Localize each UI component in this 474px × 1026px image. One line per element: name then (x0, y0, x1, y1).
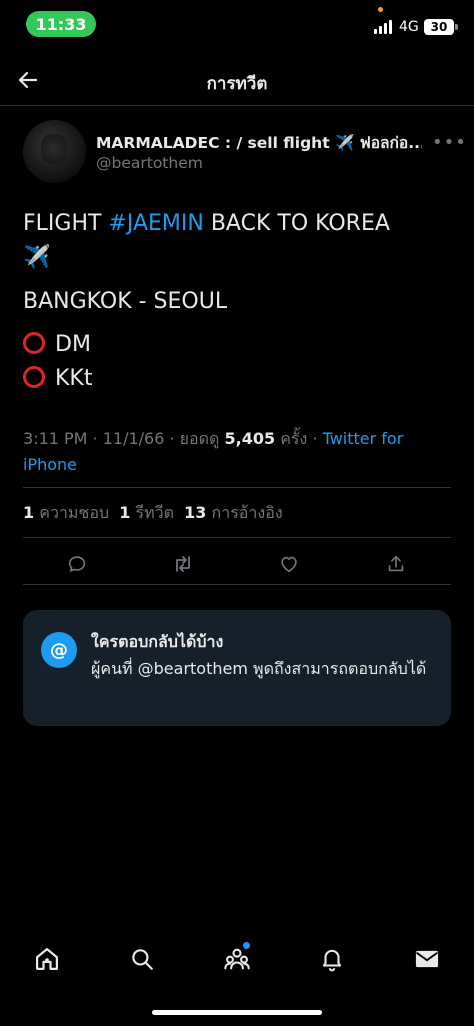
status-time: 11:33 (26, 11, 96, 37)
home-indicator[interactable] (152, 1010, 322, 1015)
author-display-name[interactable]: MARMALADEC : / sell flight ✈️ ฟอลก่อ... (96, 130, 422, 155)
more-options-icon[interactable]: ••• (432, 132, 467, 153)
reply-card-title: ใครตอบกลับได้บ้าง (91, 632, 224, 651)
red-circle-icon (23, 366, 45, 388)
retweets-count[interactable]: 1 (119, 503, 130, 522)
tweet-text-suffix: BACK TO KOREA (203, 211, 390, 236)
engagement-stats: 1 ความชอบ 1 รีทวีต 13 การอ้างอิง (23, 501, 283, 526)
retweets-label[interactable]: รีทวีต (135, 503, 174, 522)
contact-kkt-label: KKt (55, 366, 93, 391)
airplane-emoji: ✈️ (23, 245, 51, 270)
search-icon[interactable] (127, 944, 157, 974)
communities-notification-dot (243, 942, 250, 949)
page-title: การทวีต (206, 74, 268, 94)
home-icon[interactable] (32, 944, 62, 974)
messages-envelope-icon[interactable] (412, 944, 442, 974)
network-label: 4G (399, 19, 419, 35)
quotes-count[interactable]: 13 (184, 503, 206, 522)
tweet-contact-dm: DM (23, 331, 91, 359)
tweet-meta: 3:11 PM · 11/1/66 · ยอดดู 5,405 ครั้ง · … (23, 426, 443, 478)
avatar[interactable] (23, 120, 86, 183)
reply-restriction-card: @ ใครตอบกลับได้บ้าง ผู้คนที่ @beartothem… (23, 610, 451, 726)
hashtag-link[interactable]: #JAEMIN (108, 211, 203, 236)
tweet-timestamp: 3:11 PM · 11/1/66 · ยอดดู (23, 429, 225, 448)
contact-dm-label: DM (55, 332, 91, 357)
tweet-route: BANGKOK - SEOUL (23, 289, 228, 314)
red-circle-icon (23, 332, 45, 354)
notifications-bell-icon[interactable] (317, 944, 347, 974)
reply-icon[interactable] (64, 551, 90, 577)
like-heart-icon[interactable] (276, 551, 302, 577)
share-icon[interactable] (383, 551, 409, 577)
mic-indicator-dot (378, 7, 383, 12)
battery-icon: 30 (424, 19, 454, 35)
tweet-text-line-1: FLIGHT #JAEMIN BACK TO KOREA (23, 210, 390, 238)
divider (23, 584, 451, 585)
quotes-label[interactable]: การอ้างอิง (212, 503, 283, 522)
top-header: การทวีต (0, 54, 474, 106)
likes-count[interactable]: 1 (23, 503, 34, 522)
likes-label[interactable]: ความชอบ (39, 503, 109, 522)
at-sign-icon: @ (41, 632, 77, 668)
battery-tip (455, 24, 458, 30)
author-handle[interactable]: @beartothem (96, 154, 203, 172)
view-count-suffix: ครั้ง · (275, 429, 323, 448)
divider (23, 487, 451, 488)
status-bar: 11:33 4G 30 (0, 0, 474, 46)
retweet-icon[interactable] (170, 551, 196, 577)
view-count: 5,405 (224, 429, 276, 448)
reply-card-description: ผู้คนที่ @beartothem พูดถึงสามารถตอบกลับ… (91, 659, 427, 678)
tweet-contact-kkt: KKt (23, 365, 92, 393)
tweet-text-prefix: FLIGHT (23, 211, 109, 236)
signal-icon (374, 19, 392, 34)
divider (23, 537, 451, 538)
